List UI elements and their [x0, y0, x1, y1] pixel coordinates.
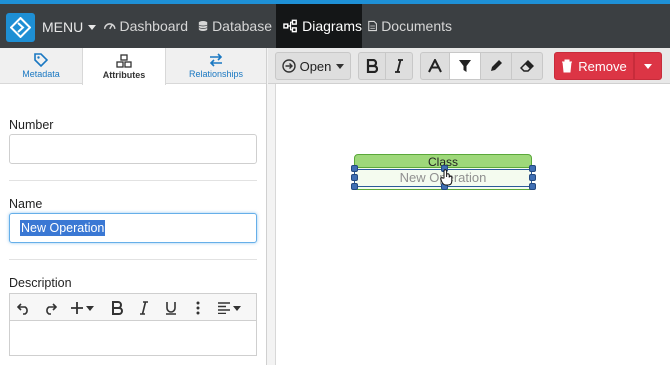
remove-dropdown-button[interactable] [634, 52, 662, 80]
undo-icon [17, 303, 28, 315]
diagram-toolbar: Open Remove [268, 48, 670, 84]
resize-handle[interactable] [351, 183, 358, 190]
number-label: Number [9, 118, 54, 132]
hand-cursor-icon [440, 169, 453, 186]
pencil-icon [491, 60, 502, 71]
chevron-down-icon [88, 24, 97, 30]
document-icon [368, 20, 377, 32]
italic-icon [395, 59, 403, 73]
tab-attributes-label: Attributes [102, 69, 146, 80]
bold-button[interactable] [358, 52, 386, 80]
name-label: Name [9, 197, 43, 211]
open-dropdown-button[interactable]: Open [275, 52, 351, 80]
cubes-icon [116, 53, 132, 68]
redo-icon [46, 303, 57, 315]
nav-database-label: Database [212, 18, 272, 34]
bold-button[interactable] [108, 297, 126, 319]
resize-handle[interactable] [529, 183, 536, 190]
vertical-ellipsis-icon [196, 301, 200, 315]
circle-arrow-right-icon [281, 59, 296, 73]
align-left-icon [218, 302, 230, 314]
top-navigation-bar: MENU Dashboard Database Diagrams Documen… [0, 0, 670, 48]
remove-button[interactable]: Remove [554, 52, 634, 80]
resize-handle[interactable] [529, 174, 536, 181]
properties-tabs: Metadata Attributes Relationships [0, 48, 266, 85]
tab-relationships-label: Relationships [188, 69, 244, 79]
trash-icon [562, 59, 573, 73]
description-editor-toolbar [9, 293, 257, 321]
tab-metadata[interactable]: Metadata [0, 48, 82, 84]
italic-button[interactable] [385, 52, 413, 80]
resize-handle[interactable] [529, 165, 536, 172]
plus-icon [71, 302, 83, 314]
more-options-button[interactable] [192, 297, 204, 319]
app-logo-icon[interactable] [6, 13, 35, 42]
name-field-value: New Operation [20, 220, 106, 236]
nav-database[interactable]: Database [198, 4, 272, 48]
italic-button[interactable] [136, 297, 152, 319]
resize-handle[interactable] [351, 165, 358, 172]
database-icon [198, 20, 208, 32]
properties-panel: Metadata Attributes Relationships Number… [0, 48, 267, 365]
eraser-icon [520, 59, 534, 72]
underline-icon [166, 302, 176, 315]
divider [9, 180, 257, 181]
exchange-icon [209, 53, 223, 67]
open-button-label: Open [299, 58, 332, 74]
number-field[interactable] [9, 134, 257, 164]
dashboard-icon [104, 23, 116, 30]
description-label: Description [9, 276, 72, 290]
italic-icon [140, 301, 148, 315]
font-icon [428, 59, 442, 73]
nav-dashboard-label: Dashboard [119, 18, 189, 34]
bold-icon [112, 301, 123, 315]
chevron-down-icon [644, 63, 652, 69]
font-color-button[interactable] [420, 52, 450, 80]
menu-label: MENU [42, 19, 84, 35]
insert-dropdown-button[interactable] [68, 297, 96, 319]
nav-diagrams[interactable]: Diagrams [276, 4, 362, 48]
tag-icon [34, 53, 48, 67]
tab-relationships[interactable]: Relationships [166, 48, 266, 84]
diagram-canvas[interactable] [275, 84, 670, 365]
underline-button[interactable] [162, 297, 180, 319]
align-dropdown-button[interactable] [214, 297, 244, 319]
chevron-down-icon [336, 63, 345, 69]
diagrams-icon [283, 19, 297, 33]
pencil-button[interactable] [480, 52, 512, 80]
divider [9, 259, 257, 260]
resize-handle[interactable] [351, 174, 358, 181]
bold-icon [366, 59, 378, 73]
chevron-down-icon [233, 305, 241, 311]
nav-documents[interactable]: Documents [368, 4, 452, 48]
filter-icon [459, 60, 471, 72]
nav-diagrams-label: Diagrams [302, 18, 362, 34]
undo-button[interactable] [14, 297, 34, 319]
description-editor[interactable] [9, 320, 257, 356]
chevron-down-icon [86, 305, 94, 311]
filter-button[interactable] [449, 52, 481, 80]
name-field[interactable]: New Operation [9, 213, 257, 243]
nav-dashboard[interactable]: Dashboard [104, 4, 188, 48]
redo-button[interactable] [40, 297, 60, 319]
eraser-button[interactable] [511, 52, 543, 80]
tab-attributes[interactable]: Attributes [82, 48, 166, 85]
uml-class-node[interactable]: Class New Operation [351, 154, 536, 190]
nav-documents-label: Documents [381, 18, 452, 34]
menu-dropdown-button[interactable]: MENU [42, 14, 97, 40]
tab-metadata-label: Metadata [22, 69, 60, 79]
remove-button-label: Remove [578, 58, 627, 74]
